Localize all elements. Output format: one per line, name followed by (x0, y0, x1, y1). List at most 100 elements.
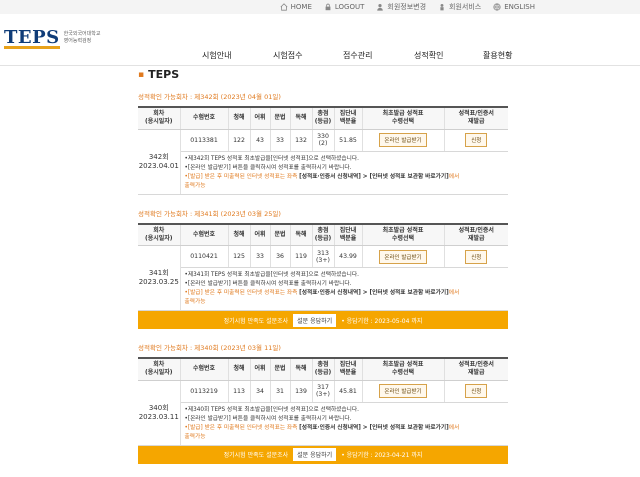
col-vocab: 어휘 (250, 107, 271, 130)
note-arrow: > (360, 173, 370, 180)
page-title-text: TEPS (148, 68, 180, 81)
reading-score: 119 (290, 245, 313, 268)
vocab-score: 43 (250, 129, 271, 152)
reissue-apply-button[interactable]: 신청 (465, 133, 488, 147)
person-icon (440, 3, 444, 11)
table-header-row: 회차 (응시일자) 수험번호 청해 어휘 문법 독해 총점 (등급) 집단내 백… (138, 358, 508, 381)
col-grammar: 문법 (270, 107, 291, 130)
online-issue-button[interactable]: 온라인 발급받기 (379, 133, 427, 147)
utility-bar: HOME LOGOUT 회원정보변경 회원서비스 ENGLISH (0, 0, 640, 14)
round-date-cell: 342회 2023.04.01 (138, 129, 181, 195)
exam-date: 2023.03.25 (138, 278, 179, 286)
col-vocab: 어휘 (250, 358, 271, 381)
col-percentile: 집단내 백분율 (334, 223, 363, 246)
col-listening: 청해 (228, 358, 251, 381)
total-score-cell: 317 (3+) (312, 380, 335, 403)
survey-deadline: • 응답기한 : 2023-05-04 까지 (341, 317, 423, 325)
round-date-cell: 340회 2023.03.11 (138, 380, 181, 446)
round-number: 341회 (148, 269, 169, 277)
teps-logo[interactable]: TEPS 한국외국어대학교 영어능력검정 (4, 27, 106, 49)
note-line-1: •제341회 TEPS 성적표 최초발급을[인터넷 성적표]으로 선택하셨습니다… (184, 272, 359, 278)
nav-exam-info[interactable]: 시험안내 (202, 50, 231, 61)
note-arrow: > (360, 290, 370, 296)
online-score-storage-link[interactable]: [인터넷 성적표 보관함 바로가기] (370, 425, 449, 431)
nav-exam-registration[interactable]: 시험접수 (273, 50, 302, 61)
note-line-3-text: •[발급] 받은 후 미출력된 인터넷 성적표는 좌측 (184, 290, 300, 296)
main-content: ▪ TEPS 성적확인 가능회차 : 제342회 (2023년 04월 01일)… (138, 64, 508, 477)
score-section: 성적확인 가능회차 : 제340회 (2023년 03월 11일) 회차 (응시… (138, 342, 508, 464)
reissue-cell: 신청 (444, 245, 508, 268)
percentile-value: 43.99 (334, 245, 363, 268)
listening-score: 125 (228, 245, 251, 268)
member-edit-link[interactable]: 회원정보변경 (376, 2, 426, 12)
vocab-score: 33 (250, 245, 271, 268)
online-score-storage-link[interactable]: [인터넷 성적표 보관함 바로가기] (370, 174, 449, 180)
col-percentile: 집단내 백분율 (334, 107, 363, 130)
logo-mark: TEPS (4, 27, 60, 49)
notes-cell: •제342회 TEPS 성적표 최초발급을[인터넷 성적표]으로 선택하셨습니다… (180, 151, 508, 195)
survey-banner: 정기시험 만족도 설문조사 설문 응답하기 • 응답기한 : 2023-05-0… (138, 311, 508, 329)
cert-history-link[interactable]: [성적표·인증서 신청내역] (299, 174, 361, 180)
note-line-3-text: •[발급] 받은 후 미출력된 인터넷 성적표는 좌측 (184, 424, 300, 431)
grade: (3+) (316, 391, 330, 398)
bullet-icon: ▪ (138, 69, 145, 80)
notes-row: •제340회 TEPS 성적표 최초발급을[인터넷 성적표]으로 선택하셨습니다… (138, 402, 508, 446)
round-number: 340회 (148, 403, 169, 412)
note-line-2: •[온라인 발급받기] 버튼을 클릭하시여 성적표를 출력하시기 바랍니다. (184, 164, 352, 171)
exam-date: 2023.03.11 (138, 412, 179, 421)
online-issue-button[interactable]: 온라인 발급받기 (379, 249, 427, 264)
cert-history-link[interactable]: [성적표·인증서 신청내역] (299, 425, 361, 431)
percentile-value: 51.85 (334, 129, 363, 152)
table-row: 342회 2023.04.01 0113381 122 43 33 132 33… (138, 129, 508, 195)
survey-deadline: • 응답기한 : 2023-04-21 까지 (341, 452, 423, 459)
survey-text: 정기시험 만족도 설문조사 (223, 452, 289, 459)
col-round: 회차 (응시일자) (138, 358, 181, 381)
reissue-apply-button[interactable]: 신청 (465, 249, 488, 264)
note-arrow: > (360, 424, 370, 431)
logout-link[interactable]: LOGOUT (324, 3, 364, 11)
note-line-4: 출력가능 (184, 182, 206, 189)
score-table: 회차 (응시일자) 수험번호 청해 어휘 문법 독해 총점 (등급) 집단내 백… (138, 357, 508, 446)
col-grammar: 문법 (270, 223, 291, 246)
exam-date: 2023.04.01 (138, 161, 179, 170)
nav-usage-status[interactable]: 활용현황 (483, 50, 512, 61)
total-score: 330 (317, 133, 329, 140)
online-issue-button[interactable]: 온라인 발급받기 (379, 384, 427, 398)
note-line-3-suffix: 에서 (448, 173, 460, 180)
total-score-cell: 330 (2) (312, 129, 335, 152)
grade: (2) (318, 140, 328, 147)
site-header: TEPS 한국외국어대학교 영어능력검정 시험안내 시험접수 접수관리 성적확인… (0, 14, 640, 66)
nav-registration-management[interactable]: 접수관리 (343, 50, 372, 61)
grammar-score: 36 (270, 245, 291, 268)
survey-answer-button[interactable]: 설문 응답하기 (293, 313, 337, 327)
page-title: ▪ TEPS (138, 68, 508, 81)
lock-icon (325, 3, 331, 11)
exam-number: 0113381 (180, 129, 229, 152)
survey-text: 정기시험 만족도 설문조사 (223, 317, 289, 325)
col-reissue: 성적표/인증서 재발급 (444, 358, 508, 381)
first-issue-cell: 온라인 발급받기 (362, 245, 445, 268)
table-header-row: 회차 (응시일자) 수험번호 청해 어휘 문법 독해 총점 (등급) 집단내 백… (138, 107, 508, 130)
notes-cell: •제340회 TEPS 성적표 최초발급을[인터넷 성적표]으로 선택하셨습니다… (180, 402, 508, 446)
note-line-1: •제342회 TEPS 성적표 최초발급을[인터넷 성적표]으로 선택하셨습니다… (184, 155, 359, 162)
survey-answer-button[interactable]: 설문 응답하기 (293, 448, 337, 461)
listening-score: 122 (228, 129, 251, 152)
score-section: 성적확인 가능회차 : 제341회 (2023년 03월 25일) 회차 (응시… (138, 208, 508, 329)
nav-score-check[interactable]: 성적확인 (414, 50, 443, 61)
cert-history-link[interactable]: [성적표·인증서 신청내역] (299, 290, 361, 296)
logo-org-name: 한국외국어대학교 영어능력검정 (63, 30, 101, 44)
table-header-row: 회차 (응시일자) 수험번호 청해 어휘 문법 독해 총점 (등급) 집단내 백… (138, 223, 508, 246)
score-section: 성적확인 가능회차 : 제342회 (2023년 04월 01일) 회차 (응시… (138, 91, 508, 195)
score-sections: 성적확인 가능회차 : 제342회 (2023년 04월 01일) 회차 (응시… (138, 91, 508, 464)
note-line-3: •[발급] 받은 후 미출력된 인터넷 성적표는 좌측 [성적표·인증서 신청내… (185, 424, 505, 433)
note-line-3-suffix: 에서 (448, 424, 460, 431)
member-service-label: 회원서비스 (449, 3, 482, 11)
section-header: 성적확인 가능회차 : 제340회 (2023년 03월 11일) (138, 344, 281, 352)
online-score-storage-link[interactable]: [인터넷 성적표 보관함 바로가기] (370, 290, 449, 296)
member-service-link[interactable]: 회원서비스 (438, 2, 481, 12)
home-link[interactable]: HOME (280, 3, 312, 11)
globe-icon (493, 3, 501, 11)
total-score-cell: 313 (3+) (312, 245, 335, 268)
english-link[interactable]: ENGLISH (493, 3, 535, 11)
reissue-apply-button[interactable]: 신청 (465, 384, 488, 398)
